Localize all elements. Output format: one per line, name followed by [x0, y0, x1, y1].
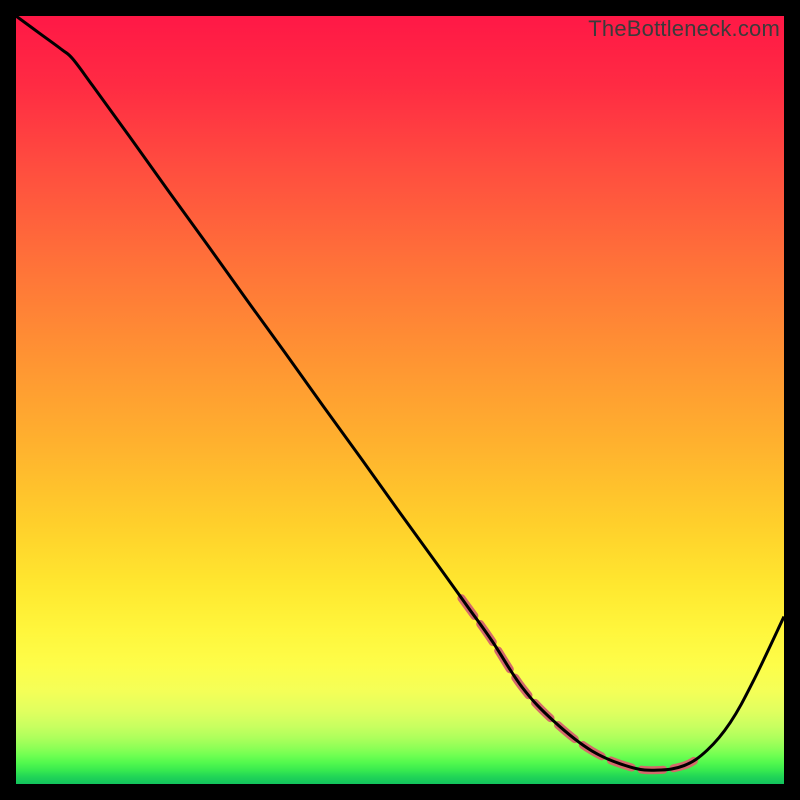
- plot-area: TheBottleneck.com: [16, 16, 784, 784]
- chart-svg: [16, 16, 784, 784]
- chart-frame: TheBottleneck.com: [0, 0, 800, 800]
- watermark-text: TheBottleneck.com: [588, 16, 780, 42]
- gradient-background: [16, 16, 784, 784]
